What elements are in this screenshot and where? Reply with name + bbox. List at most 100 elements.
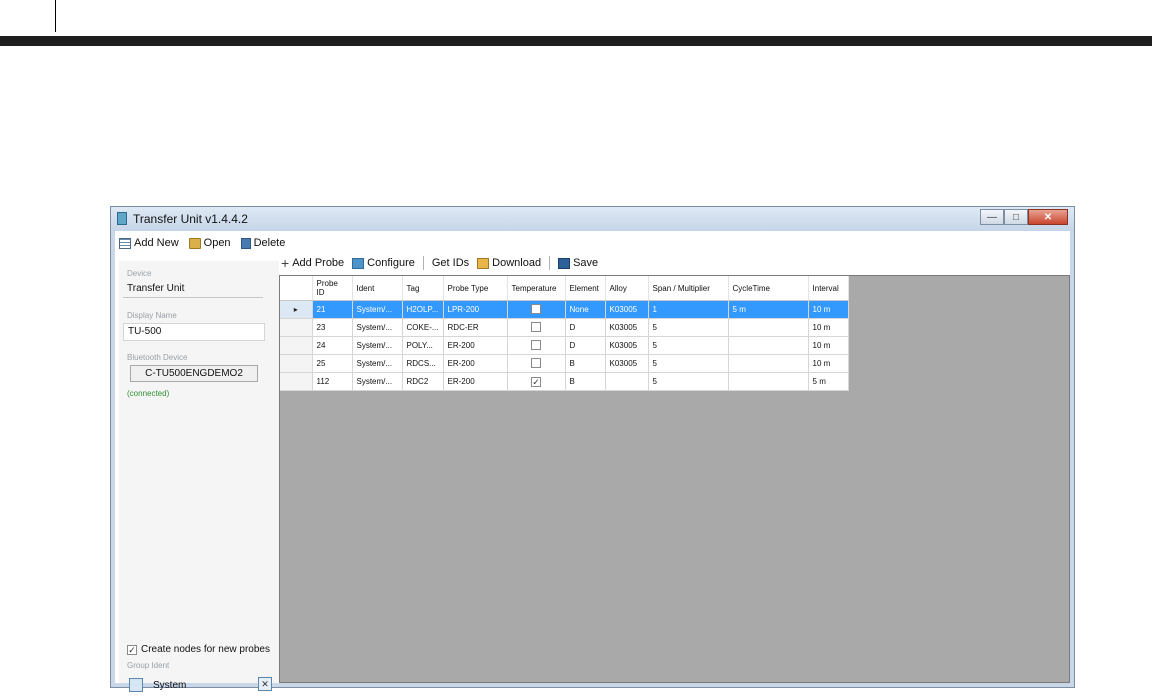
grid-cell[interactable]: K03005 [605, 336, 649, 355]
save-button[interactable]: Save [556, 257, 600, 269]
table-row[interactable]: 25 System/... RDCS... ER-200 B K03005 5 10 m [280, 354, 849, 373]
grid-cell[interactable]: System/... [352, 318, 403, 337]
grid-cell[interactable] [728, 336, 809, 355]
grid-cell[interactable]: System/... [352, 300, 403, 319]
column-header[interactable]: Temperature [507, 276, 566, 301]
row-header[interactable] [280, 318, 313, 337]
table-row[interactable]: 24 System/... POLY... ER-200 D K03005 5 10 m [280, 336, 849, 355]
save-icon [558, 257, 571, 269]
grid-cell[interactable]: K03005 [605, 300, 649, 319]
download-button[interactable]: Download [475, 257, 543, 269]
grid-cell[interactable]: 25 [312, 354, 353, 373]
create-nodes-option[interactable]: ✓ Create nodes for new probes [127, 644, 270, 655]
temperature-checkbox[interactable]: ✓ [531, 376, 542, 387]
grid-cell[interactable]: COKE-... [402, 318, 444, 337]
temperature-checkbox[interactable] [531, 357, 542, 368]
grid-cell[interactable]: 5 [648, 336, 729, 355]
row-header[interactable] [280, 372, 313, 391]
row-header[interactable] [280, 336, 313, 355]
row-header[interactable] [280, 354, 313, 373]
grid-cell[interactable]: 10 m [808, 336, 849, 355]
toolbar-separator [422, 256, 424, 270]
column-header[interactable]: Span / Multiplier [648, 276, 729, 301]
window-title: Transfer Unit v1.4.4.2 [133, 212, 248, 226]
temperature-cell[interactable] [507, 300, 566, 319]
bluetooth-device-button[interactable]: C-TU500ENGDEMO2 [130, 365, 258, 382]
grid-cell[interactable]: 21 [312, 300, 353, 319]
device-value: Transfer Unit [123, 281, 263, 298]
grid-cell[interactable]: RDC-ER [443, 318, 508, 337]
grid-cell[interactable]: 5 m [808, 372, 849, 391]
grid-cell[interactable]: B [565, 354, 606, 373]
grid-cell[interactable]: 24 [312, 336, 353, 355]
display-name-field[interactable]: TU-500 [123, 323, 265, 341]
grid-cell[interactable]: 5 [648, 372, 729, 391]
grid-cell[interactable]: System/... [352, 372, 403, 391]
table-row[interactable]: ▸ 21 System/... H2OLP... LPR-200 None K03005 1 5… [280, 300, 849, 319]
grid-cell[interactable]: ER-200 [443, 336, 508, 355]
display-name-label: Display Name [127, 311, 177, 320]
temperature-cell[interactable] [507, 354, 566, 373]
grid-cell[interactable] [728, 372, 809, 391]
clear-group-button[interactable]: ✕ [258, 677, 272, 691]
grid-cell[interactable]: 10 m [808, 300, 849, 319]
grid-cell[interactable]: D [565, 318, 606, 337]
column-header[interactable]: Interval [808, 276, 849, 301]
temperature-cell[interactable] [507, 336, 566, 355]
temperature-checkbox[interactable] [531, 339, 542, 350]
grid-cell[interactable]: K03005 [605, 354, 649, 373]
table-row[interactable]: 112 System/... RDC2 ER-200 ✓ B 5 5 m [280, 372, 849, 391]
column-header[interactable]: Tag [402, 276, 444, 301]
create-nodes-checkbox[interactable]: ✓ [127, 644, 137, 655]
column-header[interactable]: Probe ID [312, 276, 353, 301]
temperature-checkbox[interactable] [531, 303, 542, 314]
grid-cell[interactable] [728, 318, 809, 337]
grid-cell[interactable] [605, 372, 649, 391]
grid-cell[interactable]: System/... [352, 336, 403, 355]
grid-cell[interactable]: 5 m [728, 300, 809, 319]
close-button[interactable]: ✕ [1028, 209, 1068, 225]
configure-icon [352, 257, 365, 269]
table-row[interactable]: 23 System/... COKE-... RDC-ER D K03005 5 10 m [280, 318, 849, 337]
grid-cell[interactable] [728, 354, 809, 373]
download-icon [477, 257, 490, 269]
grid-cell[interactable]: B [565, 372, 606, 391]
grid-cell[interactable]: D [565, 336, 606, 355]
column-header[interactable]: CycleTime [728, 276, 809, 301]
save-label: Save [573, 257, 599, 269]
minimize-button[interactable]: — [980, 209, 1004, 225]
grid-cell[interactable]: 10 m [808, 354, 849, 373]
grid-cell[interactable]: H2OLP... [402, 300, 444, 319]
grid-cell[interactable]: 5 [648, 354, 729, 373]
temperature-checkbox[interactable] [531, 321, 542, 332]
grid-cell[interactable]: None [565, 300, 606, 319]
grid-cell[interactable]: RDCS... [402, 354, 444, 373]
row-header[interactable]: ▸ [280, 300, 313, 319]
open-button[interactable]: Open [187, 237, 233, 249]
grid-cell[interactable]: 1 [648, 300, 729, 319]
column-header[interactable]: Ident [352, 276, 403, 301]
add-new-button[interactable]: Add New [117, 237, 181, 249]
grid-cell[interactable]: 112 [312, 372, 353, 391]
delete-button[interactable]: Delete [239, 237, 288, 249]
column-header[interactable]: Element [565, 276, 606, 301]
column-header[interactable]: Probe Type [443, 276, 508, 301]
grid-cell[interactable]: 23 [312, 318, 353, 337]
grid-cell[interactable]: ER-200 [443, 354, 508, 373]
get-ids-button[interactable]: Get IDs [430, 257, 471, 269]
grid-cell[interactable]: ER-200 [443, 372, 508, 391]
grid-cell[interactable]: LPR-200 [443, 300, 508, 319]
toolbar-separator [549, 256, 551, 270]
temperature-cell[interactable] [507, 318, 566, 337]
grid-cell[interactable]: 10 m [808, 318, 849, 337]
column-header[interactable]: Alloy [605, 276, 649, 301]
grid-cell[interactable]: System/... [352, 354, 403, 373]
grid-cell[interactable]: 5 [648, 318, 729, 337]
grid-cell[interactable]: RDC2 [402, 372, 444, 391]
temperature-cell[interactable]: ✓ [507, 372, 566, 391]
grid-cell[interactable]: K03005 [605, 318, 649, 337]
maximize-button[interactable]: □ [1004, 209, 1028, 225]
configure-button[interactable]: Configure [350, 257, 417, 269]
add-probe-button[interactable]: + Add Probe [279, 256, 346, 270]
grid-cell[interactable]: POLY... [402, 336, 444, 355]
